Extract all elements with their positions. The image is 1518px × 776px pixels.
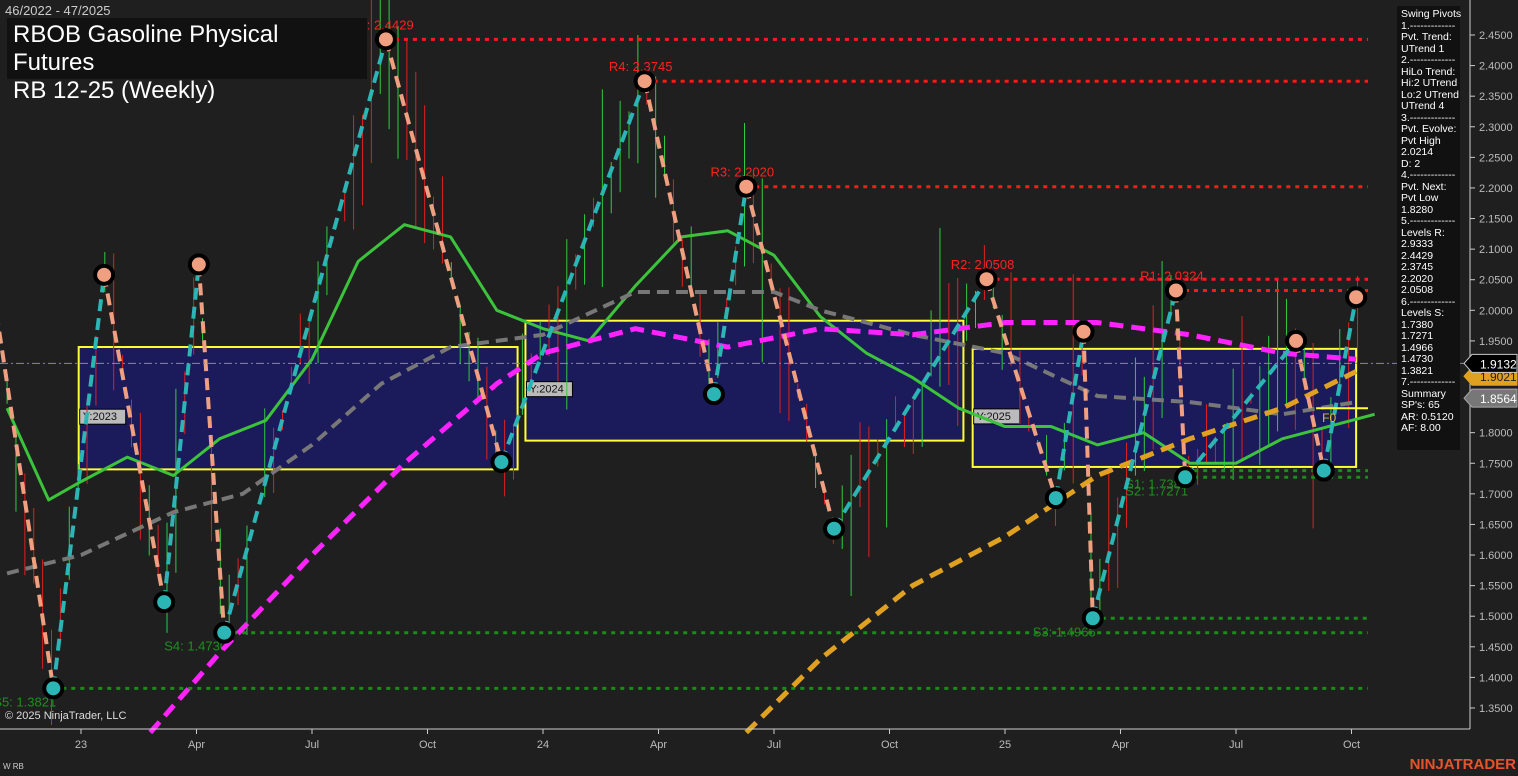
swing-low-marker [702, 383, 725, 406]
fib-label: F0 [1322, 411, 1336, 425]
x-tick-label: 23 [75, 739, 87, 751]
swing-low-marker [153, 591, 176, 614]
y-tick-label: 1.6500 [1479, 519, 1513, 531]
info-line: 2.0508 [1401, 284, 1434, 296]
swing-low-marker [1044, 487, 1067, 510]
swing-high-marker [374, 28, 397, 51]
swing-high-marker [975, 268, 998, 291]
y-tick-label: 1.7500 [1479, 458, 1513, 470]
x-tick-label: Apr [1112, 739, 1129, 751]
y-tick-label: 1.8000 [1479, 428, 1513, 440]
y-tick-label: 1.4000 [1479, 672, 1513, 684]
info-line: Hi:2 UTrend [1401, 77, 1458, 89]
info-line: 1.4730 [1401, 353, 1434, 365]
price-marker-label: 1.9132 [1480, 357, 1517, 371]
y-tick-label: 2.1500 [1479, 214, 1513, 226]
price-marker-label: 1.8564 [1480, 392, 1517, 406]
instrument-tag: W RB [3, 762, 24, 771]
swing-low-marker [1174, 466, 1197, 489]
info-line: 4.------------- [1401, 169, 1456, 181]
info-line: Pvt. Evolve: [1401, 123, 1457, 135]
info-line: Pvt Low [1401, 192, 1439, 204]
swing-low-marker [213, 621, 236, 644]
x-tick-label: Jul [305, 739, 319, 751]
year-box-label: Y:2024 [529, 384, 563, 396]
info-line: 1.7271 [1401, 330, 1434, 342]
x-tick-label: Jul [767, 739, 781, 751]
x-tick-label: Oct [419, 739, 436, 751]
x-tick-label: Oct [1343, 739, 1360, 751]
chart-subtitle: RB 12-25 (Weekly) [13, 77, 216, 104]
x-tick-label: Oct [881, 739, 898, 751]
x-tick-label: 24 [537, 739, 549, 751]
chart-title-box: RBOB Gasoline Physical Futures RB 12-25 … [7, 18, 367, 104]
y-tick-label: 2.1000 [1479, 244, 1513, 256]
swing-high-marker [187, 253, 210, 276]
swing-high-marker [93, 263, 116, 286]
x-tick-label: Jul [1229, 739, 1243, 751]
x-tick-label: 25 [999, 739, 1011, 751]
info-line: Levels S: [1401, 307, 1445, 319]
info-line: 2.3745 [1401, 261, 1434, 273]
swing-high-marker [1285, 329, 1308, 352]
info-line: 7.------------- [1401, 376, 1456, 388]
y-tick-label: 2.3500 [1479, 91, 1513, 103]
y-tick-label: 2.2000 [1479, 183, 1513, 195]
swing-high-marker [633, 70, 656, 93]
y-tick-label: 1.7000 [1479, 489, 1513, 501]
y-tick-label: 2.3000 [1479, 122, 1513, 134]
y-tick-label: 1.3500 [1479, 703, 1513, 715]
info-line: 5.------------- [1401, 215, 1456, 227]
swing-low-marker [823, 517, 846, 540]
swing-high-marker [735, 175, 758, 198]
swing-high-marker [1072, 320, 1095, 343]
swing-low-marker [42, 677, 65, 700]
y-tick-label: 1.5000 [1479, 611, 1513, 623]
info-line: 2.------------- [1401, 54, 1456, 66]
info-line: 2.9333 [1401, 238, 1434, 250]
y-tick-label: 1.9500 [1479, 336, 1513, 348]
swing-low-marker [1312, 459, 1335, 482]
y-tick-label: 2.4500 [1479, 30, 1513, 42]
y-tick-label: 2.0500 [1479, 275, 1513, 287]
copyright: © 2025 NinjaTrader, LLC [5, 710, 127, 722]
y-tick-label: 1.6000 [1479, 550, 1513, 562]
y-tick-label: 2.0000 [1479, 305, 1513, 317]
swing-low-marker [1081, 607, 1104, 630]
swing-pivots-panel: Swing Pivots 1.------------- Pvt. Trend: UT… [1397, 6, 1462, 450]
info-line: UTrend 4 [1401, 100, 1445, 112]
swing-high-marker [1164, 279, 1187, 302]
swing-low-marker [490, 451, 513, 474]
info-line: Swing Pivots [1401, 8, 1462, 20]
info-line: AF: 8.00 [1401, 422, 1441, 434]
x-tick-label: Apr [188, 739, 205, 751]
chart-title: RBOB Gasoline Physical Futures [13, 21, 279, 76]
y-tick-label: 1.4500 [1479, 642, 1513, 654]
y-tick-label: 2.2500 [1479, 152, 1513, 164]
info-line: 2.0214 [1401, 146, 1434, 158]
price-chart[interactable]: Y:2023Y:2024Y:2025R5: 2.4429R4: 2.3745R3… [0, 0, 1518, 776]
x-tick-label: Apr [650, 739, 667, 751]
info-line: SP's: 65 [1401, 399, 1440, 411]
ninjatrader-logo: NINJATRADER [1409, 756, 1516, 773]
y-tick-label: 2.4000 [1479, 61, 1513, 73]
swing-high-marker [1345, 286, 1368, 309]
info-line: Pvt. Trend: [1401, 31, 1452, 43]
y-tick-label: 1.5500 [1479, 581, 1513, 593]
date-range: 46/2022 - 47/2025 [5, 3, 111, 18]
